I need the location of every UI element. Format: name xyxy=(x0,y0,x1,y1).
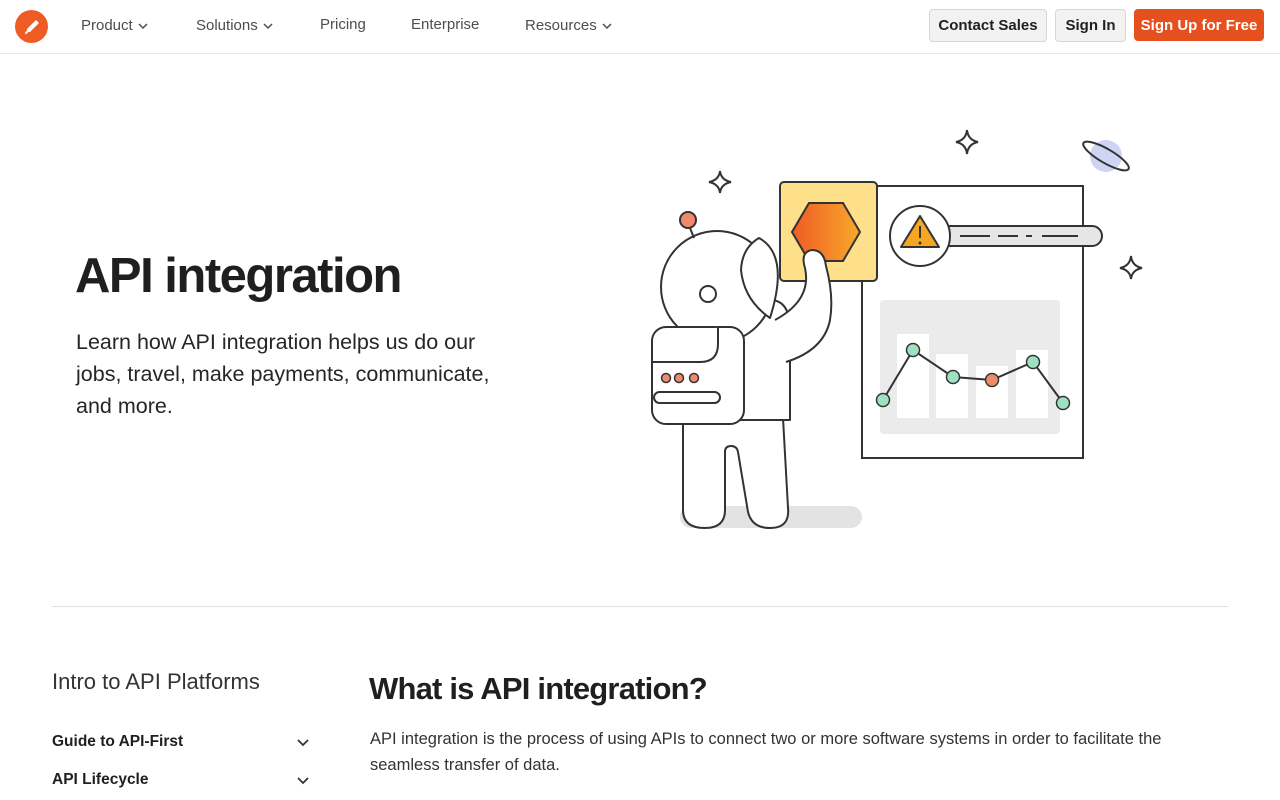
nav-enterprise-label: Enterprise xyxy=(411,16,480,33)
nav-enterprise[interactable]: Enterprise xyxy=(411,16,479,33)
chevron-down-icon xyxy=(297,777,309,785)
planet-icon xyxy=(1082,140,1130,172)
nav-solutions[interactable]: Solutions xyxy=(196,17,274,34)
sidebar-title: Intro to API Platforms xyxy=(52,669,260,694)
sign-in-button[interactable]: Sign In xyxy=(1055,9,1126,42)
chevron-down-icon xyxy=(138,22,148,29)
contact-sales-button[interactable]: Contact Sales xyxy=(929,9,1047,42)
astronaut-illustration xyxy=(651,129,1143,529)
sidebar-item-label: API Lifecycle xyxy=(52,771,149,788)
hero-subtitle: Learn how API integration helps us do ou… xyxy=(76,330,490,418)
nav-resources-label: Resources xyxy=(525,17,597,34)
top-nav: Product Solutions Pricing Enterprise Res… xyxy=(0,0,1280,54)
article-body: API integration is the process of using … xyxy=(370,730,1162,774)
nav-product-label: Product xyxy=(81,17,133,34)
hero-title: API integration xyxy=(75,249,402,303)
sidebar-item-api-lifecycle[interactable]: API Lifecycle xyxy=(52,769,310,791)
section-divider xyxy=(52,606,1228,607)
chevron-down-icon xyxy=(297,739,309,747)
nav-pricing[interactable]: Pricing xyxy=(320,16,366,33)
nav-resources[interactable]: Resources xyxy=(525,17,613,34)
article-title: What is API integration? xyxy=(369,671,708,706)
sidebar-item-guide-to-api-first[interactable]: Guide to API-First xyxy=(52,731,310,753)
logo-icon[interactable] xyxy=(15,10,48,43)
sign-up-button[interactable]: Sign Up for Free xyxy=(1134,9,1264,41)
chevron-down-icon xyxy=(263,22,273,29)
chevron-down-icon xyxy=(602,22,612,29)
nav-pricing-label: Pricing xyxy=(320,16,366,33)
sidebar-item-label: Guide to API-First xyxy=(52,733,184,750)
nav-solutions-label: Solutions xyxy=(196,17,258,34)
nav-product[interactable]: Product xyxy=(81,17,149,34)
